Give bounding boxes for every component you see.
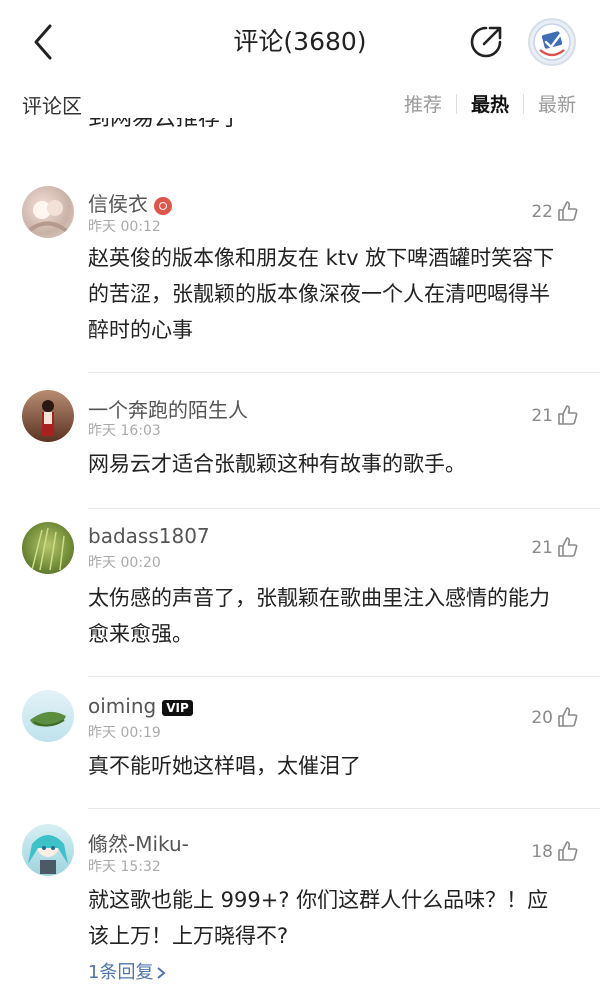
sort-tabs: 推荐 最热 最新 <box>404 90 576 117</box>
username[interactable]: 一个奔跑的陌生人 <box>88 394 248 423</box>
avatar[interactable] <box>22 690 74 742</box>
comment-section-bar: 评论区 推荐 最热 最新 <box>0 82 600 122</box>
like-count: 21 <box>531 538 553 558</box>
like-button[interactable]: 21 <box>531 536 578 558</box>
thumbs-up-icon <box>558 405 578 425</box>
share-icon[interactable] <box>466 22 506 62</box>
comment-text: 网易云才适合张靓颖这种有故事的歌手。 <box>88 452 466 476</box>
like-button[interactable]: 21 <box>531 404 578 426</box>
divider <box>88 508 600 509</box>
username[interactable]: 信侯衣 <box>88 188 172 217</box>
tab-newest[interactable]: 最新 <box>538 90 576 117</box>
top-bar: 评论(3680) <box>0 0 600 82</box>
like-button[interactable]: 20 <box>531 706 578 728</box>
like-count: 21 <box>531 406 553 426</box>
username[interactable]: oiming VIP <box>88 694 193 718</box>
comment-item: 一个奔跑的陌生人 昨天 16:03 21 网易云才适合张靓颖这种有故事的歌手。 <box>0 382 600 509</box>
section-title: 评论区 <box>22 94 82 118</box>
like-button[interactable]: 22 <box>531 200 578 222</box>
divider <box>88 676 600 677</box>
avatar[interactable] <box>22 522 74 574</box>
tab-recommended[interactable]: 推荐 <box>404 90 442 117</box>
timestamp: 昨天 00:20 <box>88 555 161 571</box>
chevron-right-icon <box>157 967 167 979</box>
comment-item: oiming VIP 昨天 00:19 20 真不能听她这样唱，太催泪了 <box>0 686 600 809</box>
clipped-comment-text: 到网易云推荐了 <box>88 118 243 131</box>
divider <box>88 372 600 373</box>
comment-text: 太伤感的声音了，张靓颖在歌曲里注入感情的能力 愈来愈强。 <box>88 586 550 646</box>
comment-text: 真不能听她这样唱，太催泪了 <box>88 754 361 778</box>
comment-text: 就这歌也能上 999+? 你们这群人什么品味？！应 该上万！上万晓得不? <box>88 888 549 948</box>
musician-badge-icon <box>154 196 172 215</box>
thumbs-up-icon <box>558 537 578 557</box>
comment-text: 赵英俊的版本像和朋友在 ktv 放下啤酒罐时笑容下 的苦涩，张靓颖的版本像深夜一… <box>88 246 555 342</box>
comment-item: 信侯衣 昨天 00:12 22 赵英俊的版本像和朋友在 ktv 放下啤酒罐时笑容… <box>0 176 600 373</box>
comment-item: badass1807 昨天 00:20 21 太伤感的声音了，张靓颖在歌曲里注入… <box>0 516 600 677</box>
page-title: 评论(3680) <box>233 27 367 56</box>
timestamp: 昨天 00:12 <box>88 219 161 235</box>
thumbs-up-icon <box>558 841 578 861</box>
like-button[interactable]: 18 <box>531 840 578 862</box>
like-count: 22 <box>531 202 553 222</box>
avatar[interactable] <box>22 390 74 442</box>
tab-hottest[interactable]: 最热 <box>471 90 509 117</box>
username[interactable]: badass1807 <box>88 524 210 548</box>
divider <box>455 93 457 114</box>
avatar[interactable] <box>22 824 74 876</box>
comment-item: 翛然-Miku- 昨天 15:32 18 就这歌也能上 999+? 你们这群人什… <box>0 820 600 1005</box>
thumbs-up-icon <box>558 707 578 727</box>
thumbs-up-icon <box>558 201 578 221</box>
like-count: 20 <box>531 708 553 728</box>
like-count: 18 <box>531 842 553 862</box>
username[interactable]: 翛然-Miku- <box>88 828 189 857</box>
app-logo-icon[interactable] <box>528 18 576 66</box>
reply-link[interactable]: 1条回复 <box>88 958 167 984</box>
avatar[interactable] <box>22 186 74 238</box>
divider <box>522 93 524 114</box>
timestamp: 昨天 15:32 <box>88 859 161 875</box>
timestamp: 昨天 16:03 <box>88 423 161 439</box>
divider <box>88 808 600 809</box>
timestamp: 昨天 00:19 <box>88 725 161 741</box>
vip-badge: VIP <box>162 699 193 716</box>
